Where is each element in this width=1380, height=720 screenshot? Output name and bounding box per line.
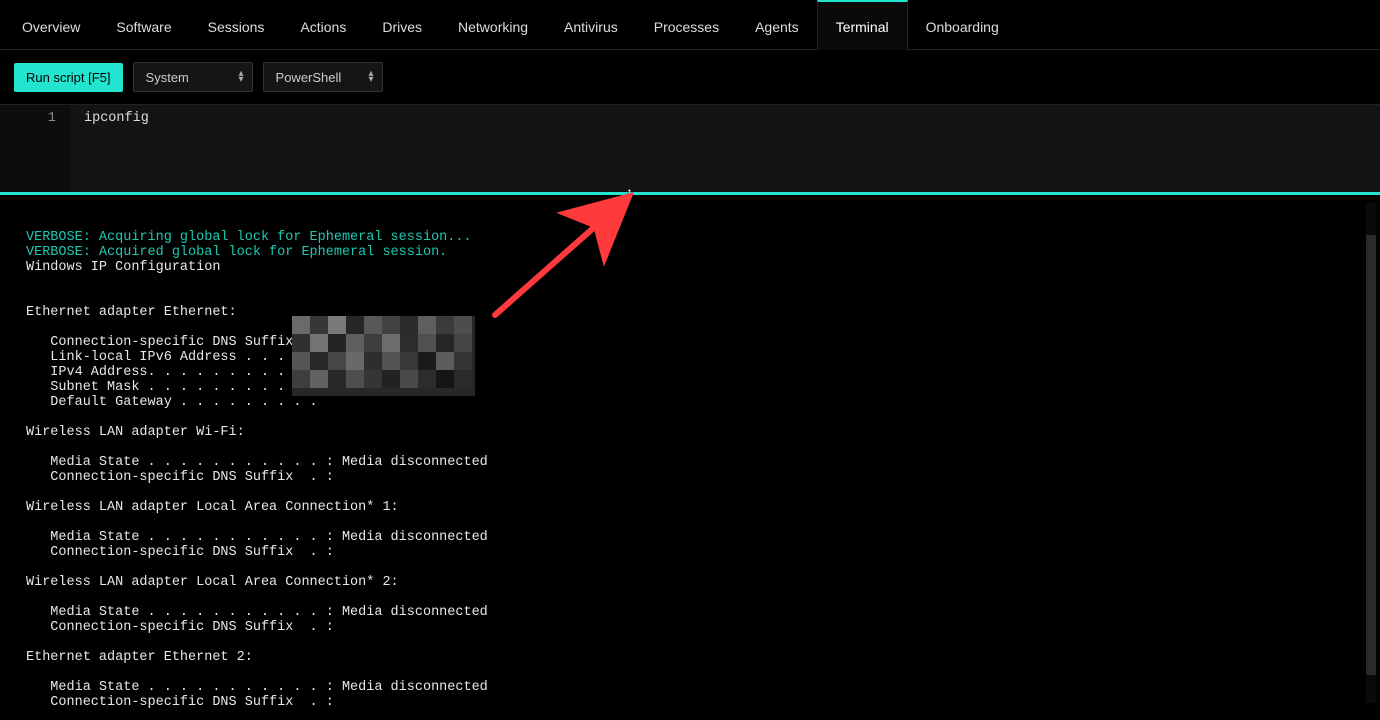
tab-actions[interactable]: Actions	[282, 0, 364, 50]
redacted-region	[292, 316, 475, 396]
output-scrollbar[interactable]	[1366, 203, 1376, 703]
output-verbose-line: VERBOSE: Acquired global lock for Epheme…	[26, 245, 447, 260]
editor-gutter: 1	[0, 105, 70, 192]
tab-onboarding[interactable]: Onboarding	[908, 0, 1017, 50]
tab-agents[interactable]: Agents	[737, 0, 817, 50]
chevron-sort-icon: ▴▾	[369, 71, 374, 83]
shell-select[interactable]: PowerShell ▴▾	[263, 62, 383, 92]
terminal-output[interactable]: VERBOSE: Acquiring global lock for Ephem…	[0, 195, 1380, 720]
chevron-sort-icon: ▴▾	[239, 71, 244, 83]
output-verbose-line: VERBOSE: Acquiring global lock for Ephem…	[26, 230, 472, 245]
tab-overview[interactable]: Overview	[4, 0, 98, 50]
context-select[interactable]: System ▴▾	[133, 62, 253, 92]
tab-drives[interactable]: Drives	[364, 0, 440, 50]
editor-code[interactable]: ipconfig	[70, 105, 1380, 192]
tab-sessions[interactable]: Sessions	[190, 0, 283, 50]
script-editor[interactable]: 1 ipconfig	[0, 104, 1380, 192]
scrollbar-thumb[interactable]	[1366, 235, 1376, 675]
tab-antivirus[interactable]: Antivirus	[546, 0, 636, 50]
tab-networking[interactable]: Networking	[440, 0, 546, 50]
tab-software[interactable]: Software	[98, 0, 189, 50]
top-tabbar: Overview Software Sessions Actions Drive…	[0, 0, 1380, 50]
tab-processes[interactable]: Processes	[636, 0, 737, 50]
context-select-value: System	[146, 70, 189, 85]
run-script-button[interactable]: Run script [F5]	[14, 63, 123, 92]
shell-select-value: PowerShell	[276, 70, 342, 85]
tab-terminal[interactable]: Terminal	[817, 0, 908, 50]
terminal-toolbar: Run script [F5] System ▴▾ PowerShell ▴▾	[0, 50, 1380, 104]
